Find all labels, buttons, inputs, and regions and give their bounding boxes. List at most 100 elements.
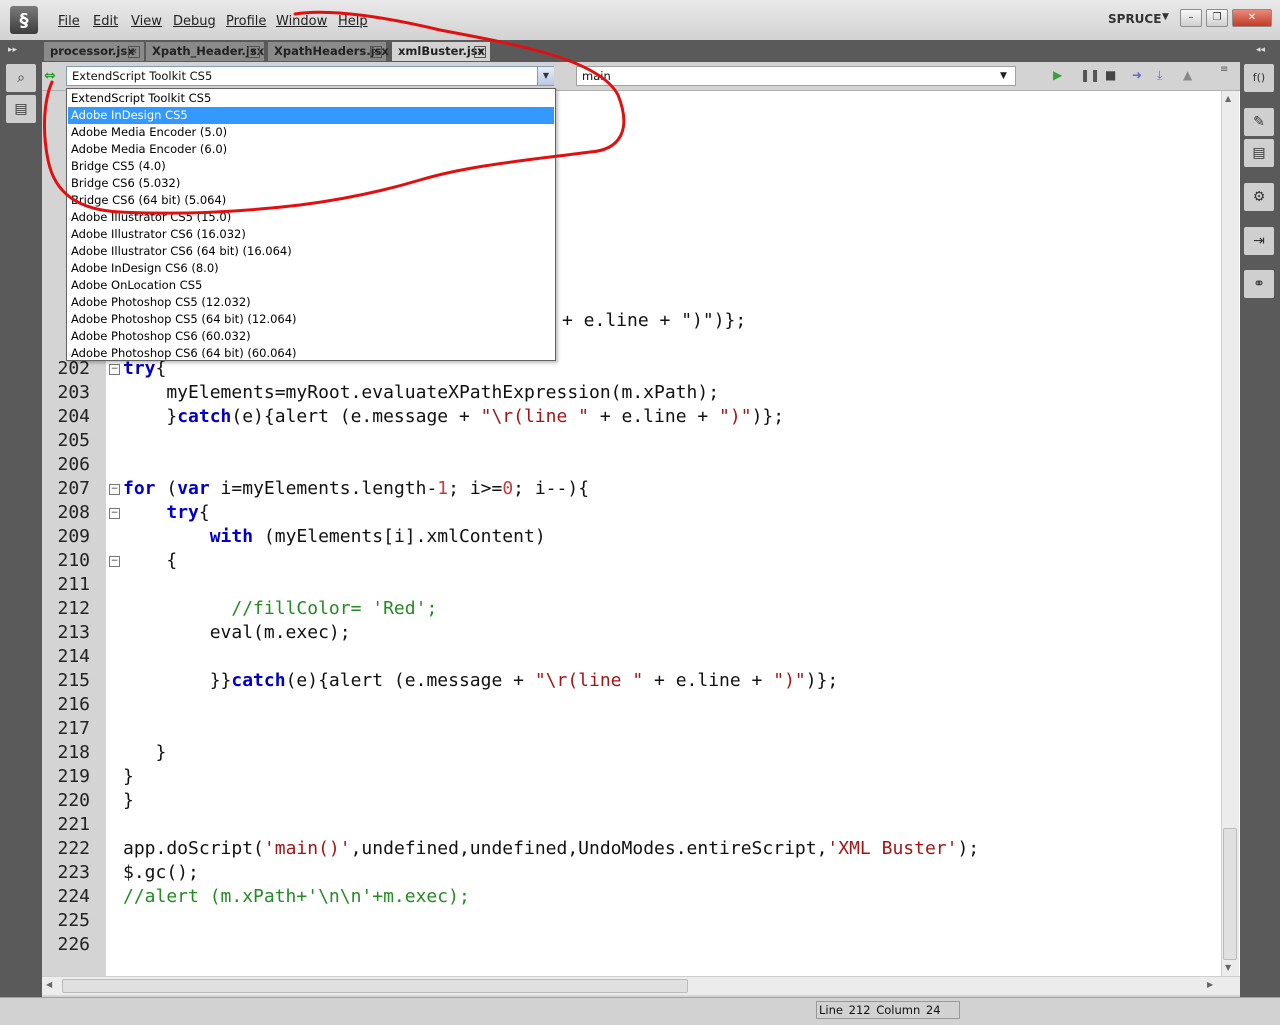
dropdown-option[interactable]: Adobe Illustrator CS6 (64 bit) (16.064) bbox=[68, 243, 554, 260]
menu-help[interactable]: Help bbox=[338, 14, 368, 29]
tools-icon[interactable]: ⚙ bbox=[1244, 183, 1274, 211]
menu-profile[interactable]: Profile bbox=[226, 14, 266, 29]
line-number: 208 bbox=[57, 502, 90, 523]
line-number: 222 bbox=[57, 838, 90, 859]
dropdown-option[interactable]: ExtendScript Toolkit CS5 bbox=[68, 90, 554, 107]
find-icon[interactable]: ⌕ bbox=[6, 64, 36, 92]
function-select[interactable]: main bbox=[576, 66, 1016, 86]
line-number: 215 bbox=[57, 670, 90, 691]
fold-toggle-icon[interactable]: − bbox=[109, 364, 120, 375]
dropdown-option[interactable]: Adobe InDesign CS5 bbox=[68, 107, 554, 124]
dropdown-option[interactable]: Bridge CS5 (4.0) bbox=[68, 158, 554, 175]
scroll-up-icon[interactable]: ▲ bbox=[1225, 94, 1231, 103]
code-line: //fillColor= 'Red'; bbox=[231, 598, 438, 619]
status-line: Line 212 bbox=[819, 1003, 871, 1017]
code-line: with (myElements[i].xmlContent) bbox=[209, 526, 546, 547]
dropdown-option[interactable]: Adobe Illustrator CS5 (15.0) bbox=[68, 209, 554, 226]
code-line: } bbox=[123, 790, 134, 811]
menu-debug[interactable]: Debug bbox=[173, 14, 216, 29]
dropdown-option[interactable]: Adobe OnLocation CS5 bbox=[68, 277, 554, 294]
target-application-select[interactable]: ExtendScript Toolkit CS5 bbox=[66, 66, 554, 86]
menu-edit[interactable]: Edit bbox=[93, 14, 118, 29]
dropdown-option[interactable]: Bridge CS6 (5.032) bbox=[68, 175, 554, 192]
line-number: 221 bbox=[57, 814, 90, 835]
line-number: 204 bbox=[57, 406, 90, 427]
line-number: 210 bbox=[57, 550, 90, 571]
vertical-scroll-thumb[interactable] bbox=[1223, 828, 1237, 960]
chevron-down-icon[interactable]: ▼ bbox=[1162, 12, 1169, 22]
dropdown-option[interactable]: Adobe Media Encoder (6.0) bbox=[68, 141, 554, 158]
dropdown-option[interactable]: Adobe Photoshop CS6 (60.032) bbox=[68, 328, 554, 345]
chevron-down-icon[interactable]: ▼ bbox=[537, 67, 554, 85]
scroll-down-icon[interactable]: ▼ bbox=[1225, 963, 1231, 972]
line-number: 203 bbox=[57, 382, 90, 403]
line-number: 224 bbox=[57, 886, 90, 907]
dropdown-option[interactable]: Adobe Photoshop CS6 (64 bit) (60.064) bbox=[68, 345, 554, 362]
clipboard-icon[interactable]: ▤ bbox=[6, 95, 36, 123]
code-line: //alert (m.xPath+'\n\n'+m.exec); bbox=[123, 886, 470, 907]
tab-xpath-headers[interactable]: XpathHeaders.jsx ✕ bbox=[268, 42, 389, 61]
code-line: eval(m.exec); bbox=[123, 622, 351, 643]
line-number: 205 bbox=[57, 430, 90, 451]
tab-xpath-header[interactable]: Xpath_Header.jsx ✕ bbox=[146, 42, 264, 61]
run-icon[interactable]: ▶ bbox=[1053, 68, 1062, 82]
line-number: 225 bbox=[57, 910, 90, 931]
functions-icon[interactable]: f() bbox=[1244, 64, 1274, 92]
expand-panel-icon[interactable]: ▸▸ bbox=[8, 45, 17, 55]
line-number: 206 bbox=[57, 454, 90, 475]
close-icon[interactable]: ✕ bbox=[248, 46, 260, 58]
fold-toggle-icon[interactable]: − bbox=[109, 556, 120, 567]
chevron-down-icon[interactable]: ▼ bbox=[1000, 67, 1007, 85]
minimize-button[interactable]: – bbox=[1180, 9, 1202, 27]
scroll-left-icon[interactable]: ◀ bbox=[46, 980, 52, 989]
code-line-fragment: + e.line + ")")}; bbox=[562, 310, 747, 331]
connection-link-icon[interactable]: ⇔ bbox=[44, 68, 56, 84]
line-number: 213 bbox=[57, 622, 90, 643]
code-line: } bbox=[123, 766, 134, 787]
expand-panel-icon[interactable]: ◂◂ bbox=[1256, 45, 1265, 55]
close-icon[interactable]: ✕ bbox=[474, 46, 486, 58]
dropdown-option[interactable]: Adobe Media Encoder (5.0) bbox=[68, 124, 554, 141]
dropdown-option[interactable]: Adobe InDesign CS6 (8.0) bbox=[68, 260, 554, 277]
left-panel-strip bbox=[0, 62, 42, 997]
panel-menu-icon[interactable]: ≡ bbox=[1220, 64, 1228, 75]
dropdown-option[interactable]: Adobe Illustrator CS6 (16.032) bbox=[68, 226, 554, 243]
line-number: 218 bbox=[57, 742, 90, 763]
link-icon[interactable]: ⚭ bbox=[1244, 270, 1274, 298]
horizontal-scroll-thumb[interactable] bbox=[62, 979, 688, 993]
clipboard-icon[interactable]: ▤ bbox=[1244, 139, 1274, 167]
scroll-right-icon[interactable]: ▶ bbox=[1207, 980, 1213, 989]
step-out-icon[interactable]: ▲ bbox=[1183, 68, 1192, 82]
menu-window[interactable]: Window bbox=[276, 14, 327, 29]
tab-xmlbuster[interactable]: xmlBuster.jsx ✕ bbox=[392, 42, 490, 61]
line-number: 226 bbox=[57, 934, 90, 955]
tab-processor[interactable]: processor.jsx ✕ bbox=[44, 42, 144, 61]
target-application-dropdown: ExtendScript Toolkit CS5 Adobe InDesign C… bbox=[66, 88, 556, 361]
restore-button[interactable]: ❐ bbox=[1206, 9, 1228, 27]
arrow-panel-icon[interactable]: ⇥ bbox=[1244, 227, 1274, 255]
fold-toggle-icon[interactable]: − bbox=[109, 508, 120, 519]
dropdown-option[interactable]: Adobe Photoshop CS5 (64 bit) (12.064) bbox=[68, 311, 554, 328]
close-button[interactable]: ✕ bbox=[1232, 9, 1272, 27]
stop-icon[interactable]: ■ bbox=[1105, 68, 1116, 82]
pause-icon[interactable]: ❚❚ bbox=[1080, 68, 1100, 82]
close-icon[interactable]: ✕ bbox=[370, 46, 382, 58]
cursor-position: Line 212 Column 24 bbox=[816, 1001, 960, 1019]
code-line: { bbox=[123, 550, 178, 571]
line-number: 216 bbox=[57, 694, 90, 715]
line-number: 223 bbox=[57, 862, 90, 883]
menu-view[interactable]: View bbox=[131, 14, 162, 29]
step-over-icon[interactable]: ➜ bbox=[1132, 68, 1142, 82]
code-line: } bbox=[123, 742, 167, 763]
close-icon[interactable]: ✕ bbox=[128, 46, 140, 58]
workspace-switcher[interactable]: SPRUCE bbox=[1108, 12, 1161, 26]
code-line: }catch(e){alert (e.message + "\r(line " … bbox=[123, 406, 785, 427]
step-into-icon[interactable]: ⤓ bbox=[1157, 68, 1162, 83]
fold-toggle-icon[interactable]: − bbox=[109, 484, 120, 495]
dropdown-option[interactable]: Adobe Photoshop CS5 (12.032) bbox=[68, 294, 554, 311]
menu-file[interactable]: File bbox=[58, 14, 80, 29]
brush-icon[interactable]: ✎ bbox=[1244, 108, 1274, 136]
dropdown-option[interactable]: Bridge CS6 (64 bit) (5.064) bbox=[68, 192, 554, 209]
status-column: Column 24 bbox=[876, 1003, 941, 1017]
line-number: 207 bbox=[57, 478, 90, 499]
